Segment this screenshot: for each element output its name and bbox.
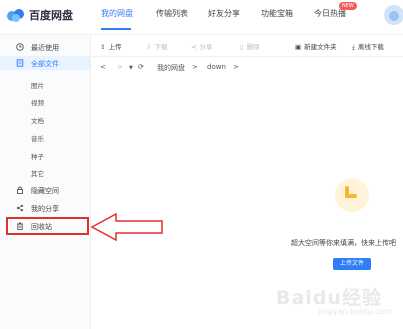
sidebar-subitem-images[interactable]: 图片 (31, 80, 44, 90)
breadcrumb-separator: > (192, 63, 198, 71)
sidebar-item-label: 最近使用 (31, 44, 59, 52)
upload-file-button[interactable]: 上传文件 (333, 258, 371, 270)
sidebar-subitem-music[interactable]: 音乐 (31, 133, 44, 143)
cloud-download-icon: ⤓ (352, 43, 355, 51)
active-tab-indicator (101, 28, 131, 30)
nav-feature-box[interactable]: 功能宝箱 (261, 8, 293, 19)
breadcrumb-current: down (207, 63, 226, 71)
upload-button[interactable]: ⇪ 上传 (100, 41, 121, 51)
sidebar-item-label: 全部文件 (31, 60, 59, 68)
sidebar-item-my-share[interactable]: 我的分享 (0, 201, 90, 215)
sidebar-item-hidden-space[interactable]: 隐藏空间 (0, 183, 90, 197)
trash-icon: ▯ (240, 43, 244, 51)
download-icon: ⇩ (146, 43, 152, 51)
lock-icon (17, 186, 23, 194)
upload-icon: ⇪ (100, 43, 106, 51)
new-folder-button[interactable]: ▣ 新建文件夹 (295, 41, 337, 51)
nav-my-netdisk[interactable]: 我的网盘 (101, 8, 133, 19)
sidebar-subitem-others[interactable]: 其它 (31, 168, 44, 178)
delete-button[interactable]: ▯ 删除 (240, 41, 260, 51)
chevron-down-icon[interactable]: ▼ (129, 65, 133, 71)
folder-plus-icon: ▣ (295, 43, 302, 51)
avatar[interactable] (384, 5, 403, 25)
share-icon (16, 204, 24, 212)
back-arrow-icon[interactable]: < (100, 63, 106, 71)
sidebar-subitem-torrents[interactable]: 种子 (31, 151, 44, 161)
top-navigation-bar: 百度网盘 我的网盘 传输列表 好友分享 功能宝箱 今日热播 NEW (0, 0, 403, 35)
empty-message: 超大空间等你来填满，快来上传吧 (291, 239, 396, 247)
breadcrumb-separator: > (233, 63, 239, 71)
download-button[interactable]: ⇩ 下载 (146, 41, 167, 51)
forward-arrow-icon[interactable]: > (117, 63, 123, 71)
share-button[interactable]: ⋖ 分享 (191, 41, 212, 51)
pointer-arrow (90, 212, 163, 242)
file-toolbar: ⇪ 上传 ⇩ 下载 ⋖ 分享 ▯ 删除 ▣ 新建文件夹 ⤓ 离线下载 (91, 35, 403, 57)
recycle-bin-highlight (6, 217, 89, 235)
sidebar-item-label: 我的分享 (31, 205, 59, 213)
new-badge: NEW (339, 2, 357, 10)
file-icon (16, 59, 24, 67)
clock-icon (16, 43, 24, 51)
sidebar: 最近使用 全部文件 图片 视频 文档 音乐 种子 其它 隐藏空间 我的分享 回收… (0, 35, 91, 329)
nav-friend-share[interactable]: 好友分享 (208, 8, 240, 19)
empty-folder-clock-icon (335, 178, 369, 212)
nav-transfer-list[interactable]: 传输列表 (156, 8, 188, 19)
sidebar-subitem-documents[interactable]: 文档 (31, 115, 44, 125)
share-icon: ⋖ (191, 43, 197, 51)
watermark-url: jingyan.baidu.com (318, 307, 392, 316)
baidu-netdisk-logo-icon (7, 9, 24, 22)
watermark: Baidu经验 (276, 287, 382, 309)
refresh-icon[interactable]: ⟳ (138, 63, 144, 71)
app-brand: 百度网盘 (29, 9, 73, 22)
sidebar-item-recent[interactable]: 最近使用 (0, 40, 90, 54)
offline-download-button[interactable]: ⤓ 离线下载 (352, 41, 384, 52)
sidebar-item-all-files[interactable]: 全部文件 (0, 56, 90, 70)
breadcrumb: < > ▼ ⟳ 我的网盘 > down > (91, 57, 403, 78)
sidebar-subitem-videos[interactable]: 视频 (31, 97, 44, 107)
sidebar-item-label: 隐藏空间 (31, 187, 59, 195)
breadcrumb-root[interactable]: 我的网盘 (157, 63, 185, 73)
